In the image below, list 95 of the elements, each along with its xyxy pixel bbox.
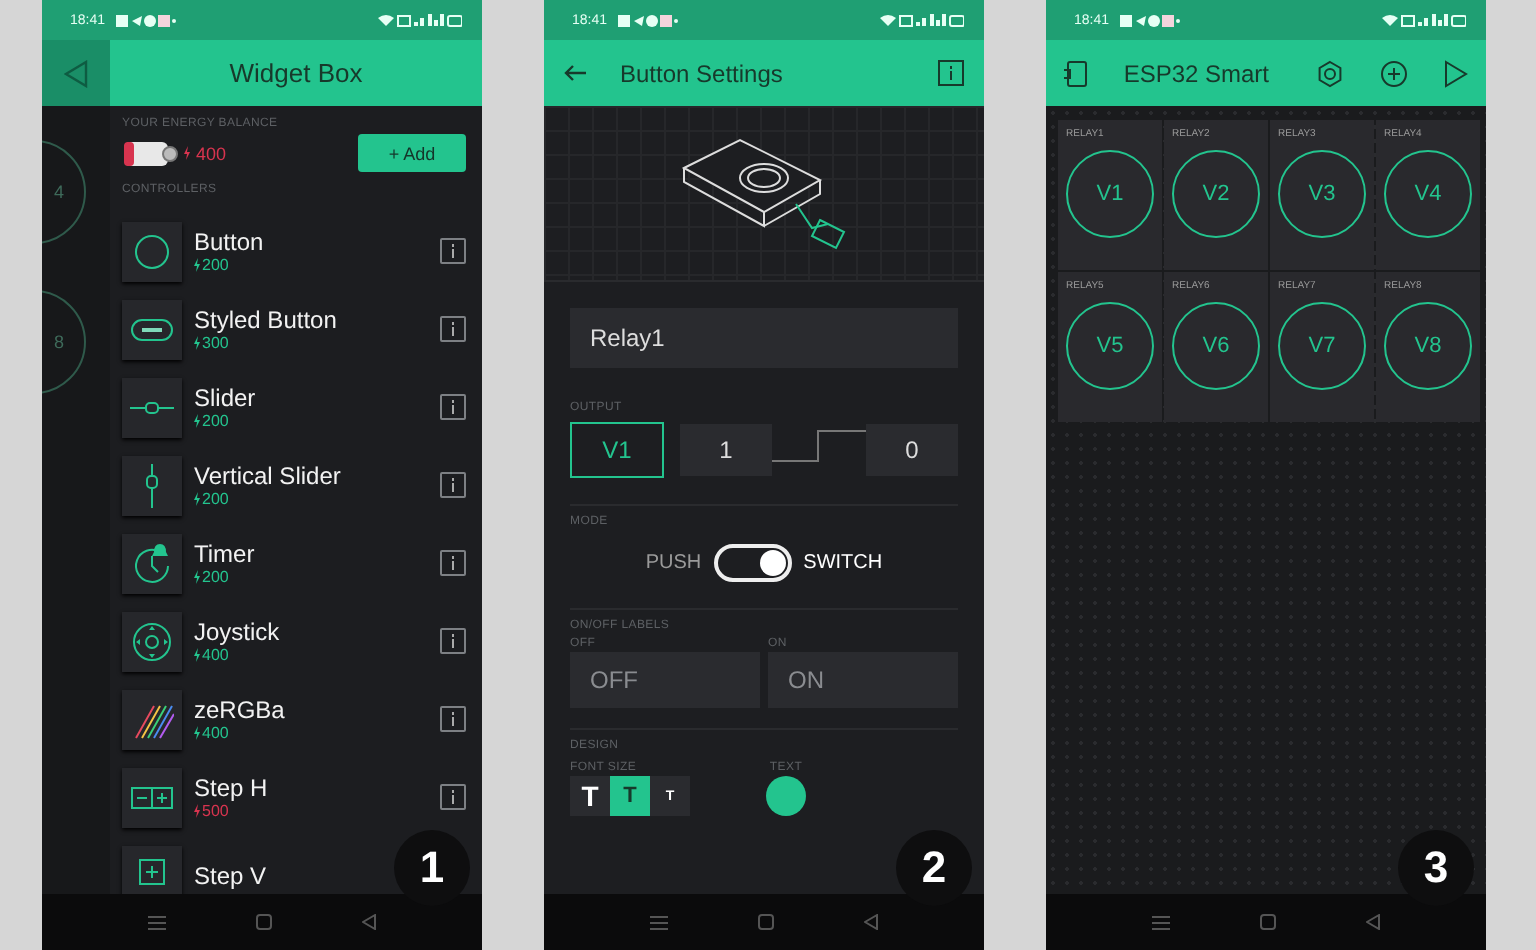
signal-battery-drawing [1382, 13, 1466, 27]
info-button[interactable] [440, 472, 466, 498]
round-button[interactable]: V2 [1172, 150, 1260, 238]
menu-icon[interactable] [1151, 915, 1170, 929]
widget-name[interactable]: Vertical Slider [194, 462, 341, 490]
energy-icon [184, 146, 190, 160]
widget-cost: 500 [202, 802, 229, 820]
notification-icons-drawing [1119, 13, 1180, 27]
menu-icon[interactable] [649, 915, 668, 929]
screen-title: ESP32 Smart [1123, 59, 1270, 87]
back-arrow-icon[interactable] [564, 64, 586, 82]
round-button[interactable]: V7 [1278, 302, 1366, 390]
round-button[interactable]: V5 [1066, 302, 1154, 390]
widget-name[interactable]: Slider [194, 384, 256, 412]
round-button[interactable]: V3 [1278, 150, 1366, 238]
info-icon [948, 66, 954, 80]
widget-name[interactable]: zeRGBa [194, 696, 285, 724]
widget-name[interactable]: Timer [194, 540, 255, 568]
home-icon[interactable] [757, 914, 774, 930]
info-button[interactable] [938, 60, 964, 86]
widget-cost: 400 [202, 646, 229, 664]
mode-switch[interactable] [713, 543, 792, 581]
info-icon [450, 244, 456, 258]
pin-label: 4 [53, 182, 64, 202]
screen-title: Widget Box [227, 58, 365, 88]
settings-icon[interactable] [1316, 59, 1345, 87]
off-label-field[interactable]: OFF [570, 652, 760, 708]
energy-icon [194, 336, 200, 350]
energy-icon [194, 648, 200, 662]
back-icon[interactable] [1366, 914, 1381, 930]
play-icon[interactable] [1443, 59, 1468, 87]
info-button[interactable] [440, 784, 466, 810]
low-value-field[interactable]: 0 [866, 424, 958, 476]
round-button[interactable]: V8 [1384, 302, 1472, 390]
energy-icon [194, 258, 200, 272]
mode-option: SWITCH [803, 551, 883, 573]
info-icon [450, 634, 456, 648]
widget-name[interactable]: Button [194, 228, 264, 256]
info-button[interactable] [440, 238, 466, 264]
energy-icon [194, 726, 200, 740]
info-icon [450, 400, 456, 414]
connector-line [772, 430, 866, 462]
widget-cost: 200 [202, 490, 229, 508]
signal-battery-drawing [880, 13, 964, 27]
color-swatch[interactable] [766, 776, 806, 816]
name-field[interactable]: Relay1 [570, 308, 958, 368]
info-button[interactable] [440, 394, 466, 420]
signal-battery-drawing [378, 13, 462, 27]
notification-icons-drawing [617, 13, 678, 27]
battery-icon [122, 139, 178, 167]
info-icon [450, 712, 456, 726]
font-size-option[interactable]: T [570, 776, 610, 816]
notification-icons-drawing [115, 13, 176, 27]
menu-icon[interactable] [147, 915, 166, 929]
round-button[interactable]: V1 [1066, 150, 1154, 238]
widget-cost: 400 [202, 724, 229, 742]
info-icon [450, 790, 456, 804]
back-icon[interactable] [362, 914, 377, 930]
slider-icon [130, 401, 174, 413]
home-icon[interactable] [255, 914, 272, 930]
widget-name[interactable]: Styled Button [194, 306, 337, 334]
info-button[interactable] [440, 316, 466, 342]
pin-selector[interactable]: V1 [570, 422, 664, 478]
pin-label: 8 [53, 332, 64, 352]
round-button[interactable]: V6 [1172, 302, 1260, 390]
info-icon [450, 556, 456, 570]
energy-icon [194, 804, 200, 818]
energy-icon [194, 492, 200, 506]
energy-balance: 400 [196, 143, 227, 163]
high-value-field[interactable]: 1 [680, 424, 772, 476]
energy-icon [194, 414, 200, 428]
widget-cost: 300 [202, 334, 229, 352]
info-icon [450, 322, 456, 336]
widget-cost: 200 [202, 256, 229, 274]
round-button[interactable]: V4 [1384, 150, 1472, 238]
device-icon[interactable] [1064, 59, 1088, 87]
info-icon [450, 478, 456, 492]
on-label-field[interactable]: ON [768, 652, 958, 708]
screen-title: Button Settings [620, 59, 785, 87]
add-button[interactable]: + Add [358, 134, 466, 172]
info-button[interactable] [440, 550, 466, 576]
widget-cost: 200 [202, 568, 229, 586]
widget-name[interactable]: Step V [194, 861, 267, 889]
energy-icon [194, 570, 200, 584]
widget-name[interactable]: Step H [194, 774, 268, 802]
home-icon[interactable] [1259, 914, 1276, 930]
back-icon[interactable] [864, 914, 879, 930]
info-button[interactable] [440, 628, 466, 654]
info-button[interactable] [440, 706, 466, 732]
mode-option: PUSH [645, 551, 702, 573]
add-icon[interactable] [1380, 59, 1409, 87]
widget-name[interactable]: Joystick [194, 618, 280, 646]
font-size-option[interactable]: T [610, 776, 650, 816]
vertical-slider-icon [146, 463, 158, 507]
widget-cost: 200 [202, 412, 229, 430]
